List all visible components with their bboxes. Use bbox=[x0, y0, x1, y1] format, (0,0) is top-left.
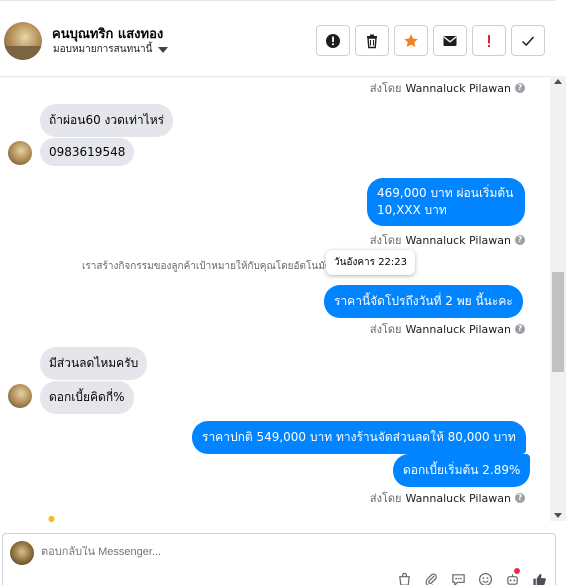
robot-icon bbox=[507, 574, 518, 585]
action-follow-up-button[interactable] bbox=[472, 25, 506, 56]
conversation-header: คนบุณทริก แสงทอง มอบหมายการสนทนานี้ bbox=[0, 0, 556, 77]
outgoing-message[interactable]: ราคานี้จัดโปรถึงวันที่ 2 พย นี้นะคะ bbox=[324, 285, 523, 318]
incoming-message[interactable]: 0983619548 bbox=[40, 138, 135, 166]
envelope-icon bbox=[443, 35, 457, 46]
scrollbar-thumb[interactable] bbox=[552, 272, 564, 372]
outgoing-message[interactable]: ดอกเบี้ยเริ่มต้น 2.89% bbox=[393, 454, 531, 487]
agent-name: Wannaluck Pilawan bbox=[405, 322, 512, 336]
message-composer bbox=[2, 533, 556, 585]
sent-by-label: ส่งโดย Wannaluck Pilawan? bbox=[370, 79, 525, 97]
info-icon[interactable]: ? bbox=[515, 235, 525, 245]
incoming-message[interactable]: ดอกเบี้ยคิดกี่% bbox=[40, 381, 134, 414]
sent-by-label: ส่งโดย Wannaluck Pilawan? bbox=[370, 231, 525, 249]
reply-input[interactable] bbox=[41, 546, 341, 558]
incoming-message[interactable]: มีส่วนลดไหมครับ bbox=[40, 347, 148, 380]
action-mark-spam-button[interactable] bbox=[316, 25, 350, 56]
contact-avatar-small bbox=[8, 384, 32, 408]
conversation-actions bbox=[316, 25, 545, 56]
page-avatar bbox=[10, 541, 34, 565]
notification-dot bbox=[514, 568, 520, 574]
incoming-message[interactable]: ถ้าผ่อน60 งวดเท่าไหร่ bbox=[40, 104, 174, 137]
action-mark-unread-button[interactable] bbox=[433, 25, 467, 56]
outgoing-message[interactable]: ราคาปกติ 549,000 บาท ทางร้านจัดส่วนลดให้… bbox=[192, 421, 526, 454]
check-icon bbox=[521, 35, 535, 46]
message-thread: ส่งโดย Wannaluck Pilawan? ถ้าผ่อน60 งวดเท… bbox=[0, 77, 550, 521]
agent-name: Wannaluck Pilawan bbox=[405, 233, 512, 247]
contact-avatar-small bbox=[8, 141, 32, 165]
info-icon[interactable]: ? bbox=[515, 324, 525, 334]
action-delete-button[interactable] bbox=[355, 25, 389, 56]
composer-toolbar bbox=[397, 568, 547, 585]
chevron-down-icon bbox=[158, 46, 169, 53]
alert-icon bbox=[326, 33, 340, 48]
scroll-down-arrow-icon[interactable] bbox=[554, 513, 562, 518]
agent-name: Wannaluck Pilawan bbox=[405, 491, 512, 505]
shopping-bag-icon[interactable] bbox=[397, 572, 412, 585]
reaction-emoji-icon: ● bbox=[48, 514, 55, 523]
star-icon bbox=[404, 33, 418, 47]
action-mark-done-button[interactable] bbox=[511, 25, 545, 56]
timestamp-tooltip: วันอังคาร 22:23 bbox=[326, 250, 416, 275]
saved-replies-icon[interactable] bbox=[451, 572, 466, 585]
agent-name: Wannaluck Pilawan bbox=[405, 81, 512, 95]
sent-by-label: ส่งโดย Wannaluck Pilawan? bbox=[370, 320, 525, 338]
assign-label: มอบหมายการสนทนานี้ bbox=[53, 44, 153, 55]
trash-icon bbox=[367, 34, 377, 48]
attachment-icon[interactable] bbox=[424, 572, 439, 585]
contact-name[interactable]: คนบุณทริก แสงทอง bbox=[52, 23, 163, 44]
action-star-button[interactable] bbox=[394, 25, 428, 56]
thumbs-up-icon[interactable] bbox=[532, 572, 547, 585]
exclamation-icon bbox=[488, 34, 490, 47]
info-icon[interactable]: ? bbox=[515, 83, 525, 93]
outgoing-message[interactable]: 469,000 บาท ผ่อนเริ่มต้น 10,XXX บาท bbox=[367, 178, 525, 226]
assign-conversation-dropdown[interactable]: มอบหมายการสนทนานี้ bbox=[53, 42, 169, 57]
automation-button[interactable] bbox=[505, 568, 520, 585]
info-icon[interactable]: ? bbox=[515, 493, 525, 503]
emoji-icon[interactable] bbox=[478, 572, 493, 585]
sent-by-label: ส่งโดย Wannaluck Pilawan? bbox=[370, 489, 525, 507]
thread-scrollbar[interactable] bbox=[550, 76, 566, 521]
contact-avatar[interactable] bbox=[4, 22, 42, 60]
scroll-up-arrow-icon[interactable] bbox=[554, 79, 562, 84]
